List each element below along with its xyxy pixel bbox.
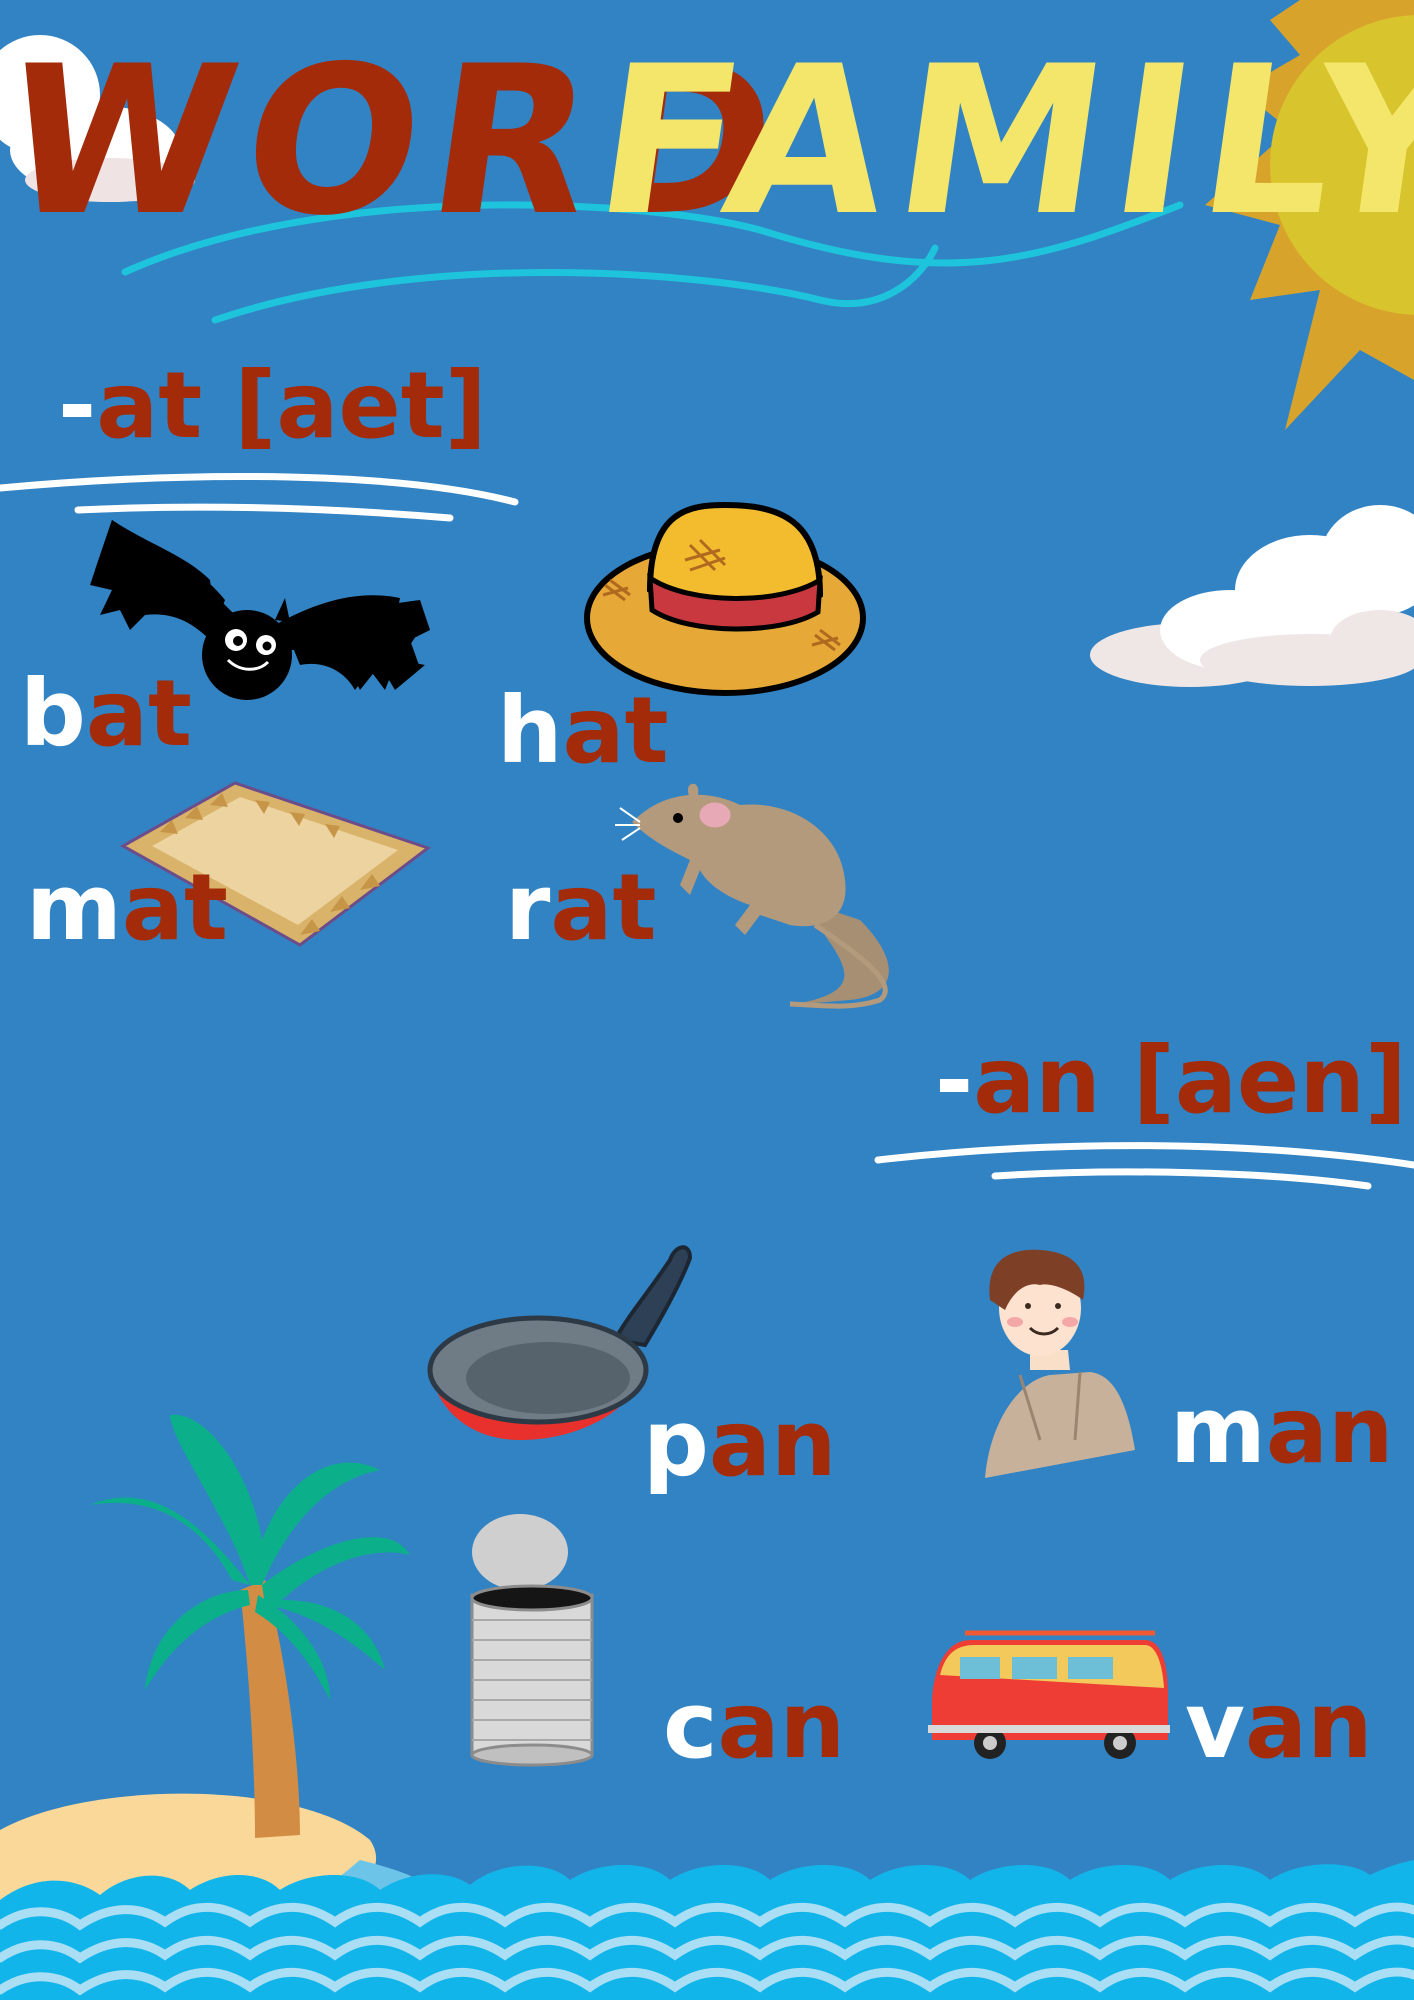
word-man: man	[1170, 1385, 1393, 1477]
word-bat: bat	[20, 668, 192, 760]
word-rime: an	[717, 1672, 846, 1779]
word-onset: h	[497, 677, 563, 784]
word-rime: an	[1265, 1377, 1394, 1484]
word-rat: rat	[505, 862, 656, 954]
word-rime: at	[85, 660, 192, 767]
section-heading-at: -at [aet]	[58, 360, 487, 452]
word-rime: at	[121, 854, 228, 961]
word-onset: r	[505, 854, 551, 961]
word-onset: v	[1185, 1672, 1245, 1779]
word-pan: pan	[643, 1398, 836, 1490]
section-ending: at	[96, 352, 203, 459]
section-ending: an	[973, 1027, 1101, 1134]
word-onset: m	[26, 854, 122, 961]
word-mat: mat	[26, 862, 228, 954]
word-onset: m	[1170, 1377, 1266, 1484]
section-dash: -	[935, 1027, 974, 1134]
word-rime: at	[562, 677, 669, 784]
word-onset: c	[663, 1672, 718, 1779]
can-icon	[470, 1514, 594, 1767]
hat-icon	[584, 501, 866, 696]
word-can: can	[663, 1680, 845, 1772]
word-hat: hat	[497, 685, 669, 777]
section-pronunciation: [aet]	[234, 352, 487, 459]
word-rime: at	[550, 854, 657, 961]
word-rime: an	[1244, 1672, 1373, 1779]
word-onset: p	[643, 1390, 709, 1497]
section-heading-an: -an [aen]	[935, 1035, 1407, 1127]
title-word: FAMILY	[583, 23, 1414, 261]
word-onset: b	[20, 660, 86, 767]
van-icon	[928, 1630, 1170, 1759]
word-van: van	[1185, 1680, 1373, 1772]
man-icon	[985, 1249, 1135, 1478]
word-family-poster: WORD FAMILY -at [aet] -an [aen] bat hat …	[0, 0, 1414, 2000]
section-pronunciation: [aen]	[1132, 1027, 1407, 1134]
section-dash: -	[58, 352, 97, 459]
word-rime: an	[708, 1390, 837, 1497]
